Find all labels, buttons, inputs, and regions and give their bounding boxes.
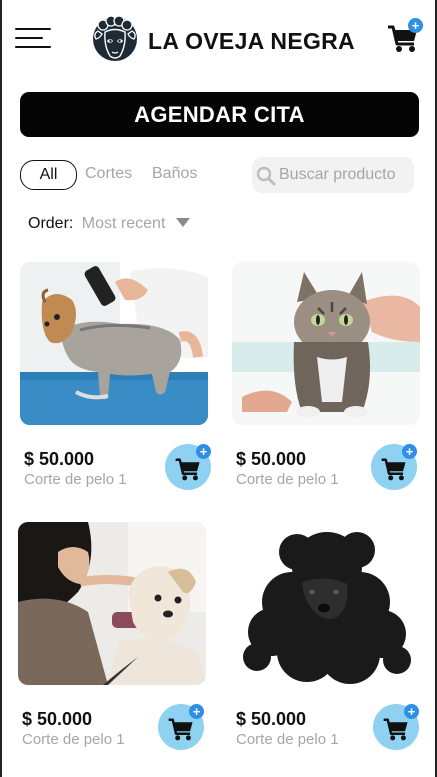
product-name: Corte de pelo 1 — [236, 731, 339, 748]
product-price: $ 50.000 — [236, 709, 307, 729]
cart-button[interactable]: + — [387, 18, 423, 56]
filter-chip-banos[interactable]: Baños — [152, 160, 197, 190]
filter-chip-cortes[interactable]: Cortes — [85, 160, 132, 190]
order-label: Order: — [28, 215, 74, 232]
product-card[interactable]: $ 50.000 Corte de pelo 1 + — [232, 522, 422, 752]
product-card[interactable]: $ 50.000 Corte de pelo 1 + — [18, 522, 208, 752]
app-header: LA OVEJA NEGRA + — [2, 0, 435, 80]
add-badge-icon: + — [402, 444, 417, 459]
add-to-cart-button[interactable]: + — [158, 704, 204, 750]
woman-grooming-white-dog-photo[interactable] — [18, 522, 206, 685]
product-name: Corte de pelo 1 — [24, 471, 127, 488]
order-row: Order: Most recent — [28, 215, 190, 233]
search-input[interactable] — [279, 163, 414, 187]
add-badge-icon: + — [189, 704, 204, 719]
product-price: $ 50.000 — [236, 449, 307, 469]
shopping-cart-icon — [381, 458, 406, 481]
search-box[interactable] — [252, 157, 414, 193]
brand-name: LA OVEJA NEGRA — [148, 28, 355, 54]
search-icon — [256, 166, 276, 186]
add-badge-icon: + — [404, 704, 419, 719]
product-card[interactable]: $ 50.000 Corte de pelo 1 + — [20, 262, 211, 492]
filter-chip-all[interactable]: All — [20, 160, 77, 190]
product-name: Corte de pelo 1 — [236, 471, 339, 488]
add-badge-icon: + — [196, 444, 211, 459]
black-sheep-logo — [93, 15, 137, 61]
black-poodle-photo[interactable] — [232, 522, 420, 685]
product-price: $ 50.000 — [24, 449, 95, 469]
product-card[interactable]: $ 50.000 Corte de pelo 1 + — [232, 262, 422, 492]
shopping-cart-icon — [383, 718, 408, 741]
caret-down-icon[interactable] — [175, 217, 190, 227]
hamburger-menu-icon[interactable] — [15, 26, 53, 50]
add-to-cart-button[interactable]: + — [373, 704, 419, 750]
add-badge-icon: + — [408, 18, 423, 33]
product-price: $ 50.000 — [22, 709, 93, 729]
shopping-cart-icon — [175, 458, 200, 481]
product-name: Corte de pelo 1 — [22, 731, 125, 748]
add-to-cart-button[interactable]: + — [165, 444, 211, 490]
order-select[interactable]: Most recent — [82, 215, 166, 232]
yorkshire-being-groomed-photo[interactable] — [20, 262, 208, 425]
shopping-cart-icon — [168, 718, 193, 741]
wet-tabby-cat-photo[interactable] — [232, 262, 420, 425]
add-to-cart-button[interactable]: + — [371, 444, 417, 490]
schedule-appointment-button[interactable]: AGENDAR CITA — [20, 92, 419, 137]
